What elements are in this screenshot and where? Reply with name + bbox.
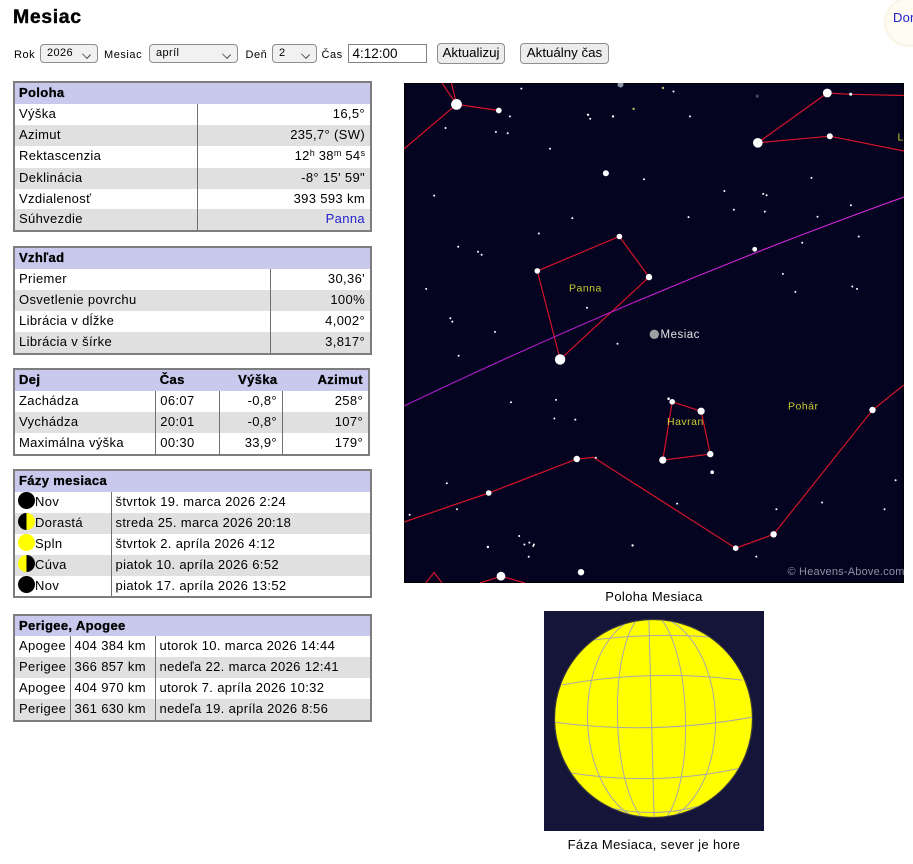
svg-text:Pohár: Pohár <box>788 401 819 413</box>
svg-text:© Heavens-Above.com: © Heavens-Above.com <box>788 566 905 578</box>
svg-text:Lev: Lev <box>898 132 905 144</box>
svg-text:Panna: Panna <box>569 283 602 295</box>
svg-text:Mesiac: Mesiac <box>661 329 700 341</box>
svg-text:Havran: Havran <box>667 416 704 428</box>
